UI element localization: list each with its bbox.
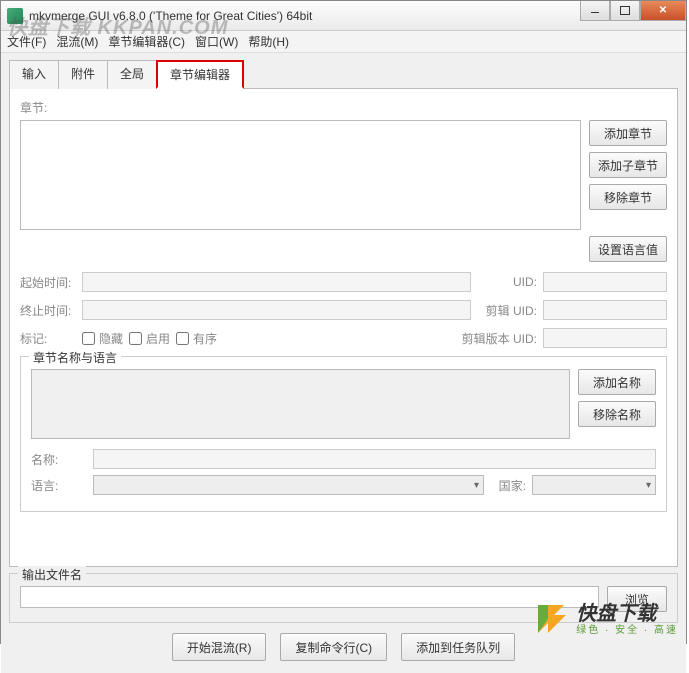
menu-file[interactable]: 文件(F) bbox=[7, 33, 46, 50]
remove-name-button[interactable]: 移除名称 bbox=[578, 401, 656, 427]
menubar: 文件(F) 混流(M) 章节编辑器(C) 窗口(W) 帮助(H) bbox=[1, 31, 686, 53]
menu-window[interactable]: 窗口(W) bbox=[195, 33, 238, 50]
logo-sub-text: 绿色 · 安全 · 高速 bbox=[576, 625, 678, 636]
ordered-checkbox[interactable] bbox=[176, 332, 189, 345]
tabs: 输入 附件 全局 章节编辑器 bbox=[9, 59, 678, 89]
chapters-label: 章节: bbox=[20, 99, 667, 116]
ordered-checkbox-wrap: 有序 bbox=[176, 330, 217, 347]
add-subchapter-button[interactable]: 添加子章节 bbox=[589, 152, 667, 178]
uid-label: UID: bbox=[477, 275, 537, 289]
segment-uid-input[interactable] bbox=[543, 300, 667, 320]
output-file-input[interactable] bbox=[20, 586, 599, 608]
window-title: mkvmerge GUI v6.8.0 ('Theme for Great Ci… bbox=[29, 9, 312, 23]
segment-edition-uid-label: 剪辑版本 UID: bbox=[453, 330, 537, 347]
name-lang-group: 章节名称与语言 添加名称 移除名称 名称: 语言: 国家: bbox=[20, 356, 667, 512]
maximize-icon bbox=[620, 6, 630, 15]
hidden-checkbox[interactable] bbox=[82, 332, 95, 345]
app-window: mkvmerge GUI v6.8.0 ('Theme for Great Ci… bbox=[0, 0, 687, 644]
uid-input[interactable] bbox=[543, 272, 667, 292]
hidden-label: 隐藏 bbox=[99, 330, 123, 347]
country-select[interactable] bbox=[532, 475, 656, 495]
hidden-checkbox-wrap: 隐藏 bbox=[82, 330, 123, 347]
name-input[interactable] bbox=[93, 449, 656, 469]
menu-chapter-editor[interactable]: 章节编辑器(C) bbox=[108, 33, 185, 50]
content-area: 输入 附件 全局 章节编辑器 章节: 添加章节 添加子章节 移除章节 设置语言值 bbox=[1, 53, 686, 673]
start-time-input[interactable] bbox=[82, 272, 471, 292]
tab-attachments[interactable]: 附件 bbox=[58, 60, 108, 89]
remove-chapter-button[interactable]: 移除章节 bbox=[589, 184, 667, 210]
add-to-queue-button[interactable]: 添加到任务队列 bbox=[401, 633, 515, 661]
logo-main-text: 快盘下载 bbox=[576, 603, 678, 625]
logo-k-icon bbox=[534, 601, 570, 637]
menu-muxing[interactable]: 混流(M) bbox=[56, 33, 98, 50]
name-label: 名称: bbox=[31, 451, 87, 468]
add-name-button[interactable]: 添加名称 bbox=[578, 369, 656, 395]
segment-uid-label: 剪辑 UID: bbox=[477, 302, 537, 319]
end-time-label: 终止时间: bbox=[20, 302, 76, 319]
start-time-label: 起始时间: bbox=[20, 274, 76, 291]
flags-label: 标记: bbox=[20, 330, 76, 347]
footer-logo: 快盘下载 绿色 · 安全 · 高速 bbox=[534, 601, 678, 637]
start-muxing-button[interactable]: 开始混流(R) bbox=[172, 633, 267, 661]
set-values-button[interactable]: 设置语言值 bbox=[589, 236, 667, 262]
minimize-button[interactable] bbox=[580, 1, 610, 21]
names-list[interactable] bbox=[31, 369, 570, 439]
output-group-title: 输出文件名 bbox=[18, 566, 86, 583]
enabled-label: 启用 bbox=[146, 330, 170, 347]
country-label: 国家: bbox=[490, 477, 526, 494]
titlebar: mkvmerge GUI v6.8.0 ('Theme for Great Ci… bbox=[1, 1, 686, 31]
tab-global[interactable]: 全局 bbox=[107, 60, 157, 89]
ordered-label: 有序 bbox=[193, 330, 217, 347]
segment-edition-uid-input[interactable] bbox=[543, 328, 667, 348]
end-time-input[interactable] bbox=[82, 300, 471, 320]
tab-input[interactable]: 输入 bbox=[9, 60, 59, 89]
tab-chapter-editor[interactable]: 章节编辑器 bbox=[156, 60, 244, 89]
name-lang-group-title: 章节名称与语言 bbox=[29, 349, 121, 366]
window-controls bbox=[580, 1, 686, 21]
fields-grid: 起始时间: UID: 终止时间: 剪辑 UID: 标记: 隐藏 bbox=[20, 272, 667, 348]
tab-panel-chapter-editor: 章节: 添加章节 添加子章节 移除章节 设置语言值 起始时间: bbox=[9, 89, 678, 567]
maximize-button[interactable] bbox=[610, 1, 640, 21]
copy-cmdline-button[interactable]: 复制命令行(C) bbox=[280, 633, 387, 661]
close-icon bbox=[659, 5, 667, 16]
enabled-checkbox-wrap: 启用 bbox=[129, 330, 170, 347]
chapters-section: 章节: 添加章节 添加子章节 移除章节 设置语言值 bbox=[20, 99, 667, 262]
language-label: 语言: bbox=[31, 477, 87, 494]
enabled-checkbox[interactable] bbox=[129, 332, 142, 345]
chapters-tree[interactable] bbox=[20, 120, 581, 230]
add-chapter-button[interactable]: 添加章节 bbox=[589, 120, 667, 146]
close-button[interactable] bbox=[640, 1, 686, 21]
minimize-icon bbox=[591, 8, 599, 13]
menu-help[interactable]: 帮助(H) bbox=[248, 33, 289, 50]
language-select[interactable] bbox=[93, 475, 484, 495]
app-icon bbox=[7, 8, 23, 24]
